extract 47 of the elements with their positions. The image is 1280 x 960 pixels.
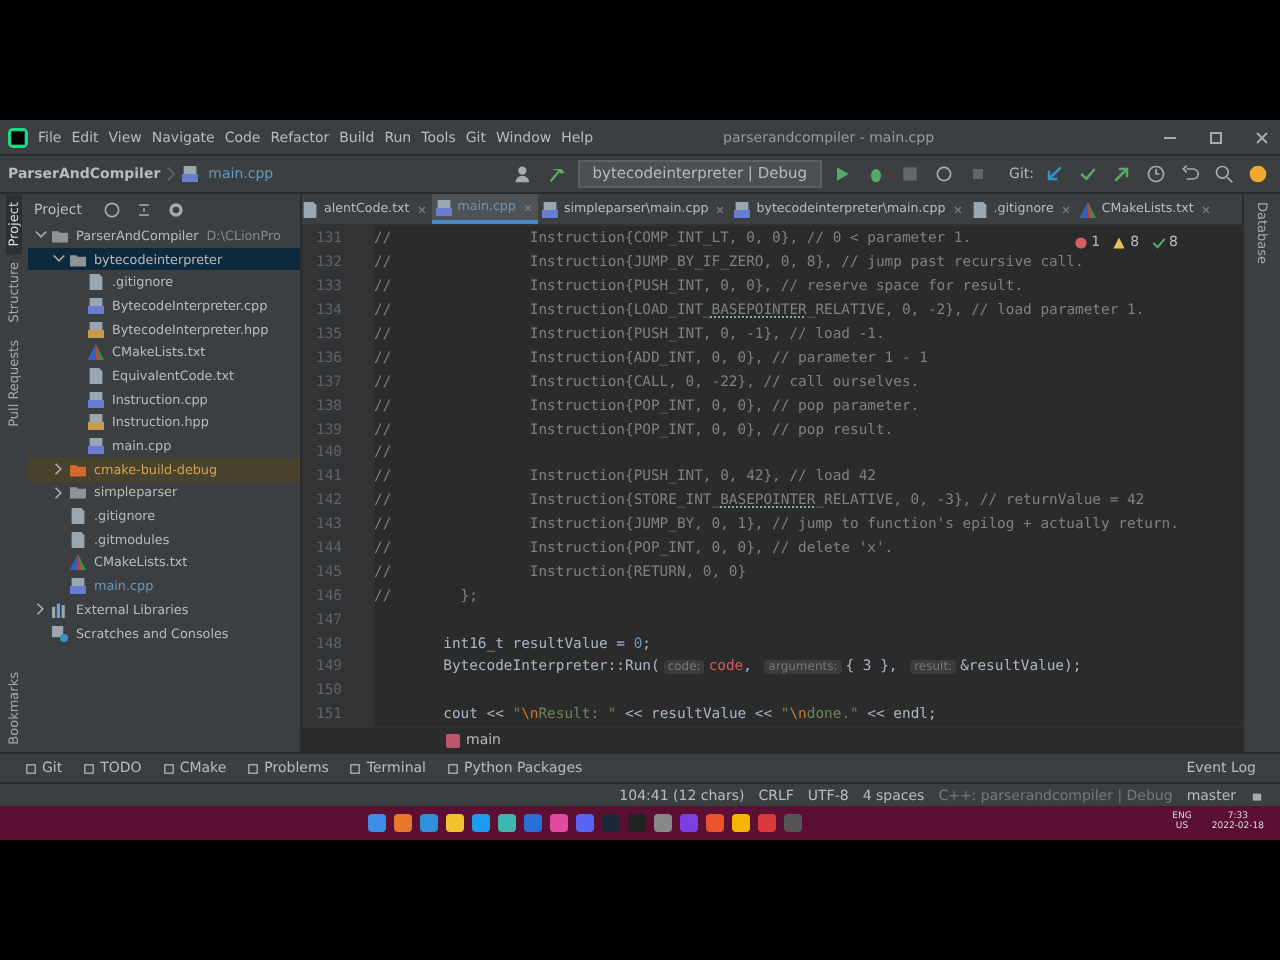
play-icon[interactable] xyxy=(831,164,852,184)
clock-icon[interactable] xyxy=(1146,164,1166,184)
close-icon[interactable] xyxy=(1252,127,1272,147)
file-icon xyxy=(88,297,104,314)
file-icon xyxy=(88,391,104,408)
scratch-file-icon xyxy=(52,625,68,642)
search-icon[interactable] xyxy=(1214,164,1234,184)
close-icon[interactable] xyxy=(714,203,727,215)
close-icon[interactable] xyxy=(1059,203,1072,215)
maximize-icon[interactable] xyxy=(1206,127,1226,147)
app-logo-icon xyxy=(8,127,28,147)
file-icon xyxy=(302,201,318,217)
hammer-icon[interactable] xyxy=(548,164,569,184)
file-icon xyxy=(88,321,104,338)
file-icon xyxy=(435,199,452,215)
file-icon xyxy=(88,414,104,431)
triangle-logo-icon xyxy=(1079,201,1096,217)
undo-icon[interactable] xyxy=(1180,164,1200,184)
check-icon[interactable] xyxy=(1078,164,1098,184)
close-icon[interactable] xyxy=(951,203,964,215)
close-icon[interactable] xyxy=(1199,203,1212,215)
file-icon xyxy=(541,201,558,217)
error-icon[interactable] xyxy=(1073,235,1088,249)
chevron-right-icon[interactable] xyxy=(34,602,48,617)
warning-icon[interactable] xyxy=(1112,235,1127,249)
check-icon[interactable] xyxy=(1151,235,1166,249)
file-icon xyxy=(734,201,751,217)
chevron-right-icon xyxy=(166,166,177,182)
file-icon xyxy=(88,274,104,291)
bar-chart-icon xyxy=(52,601,68,618)
arrow-down-left-icon[interactable] xyxy=(1044,164,1064,184)
arrow-up-right-icon[interactable] xyxy=(1112,164,1132,184)
collapse-icon[interactable] xyxy=(133,199,154,219)
triangle-logo-icon xyxy=(70,554,86,571)
triangle-logo-icon xyxy=(88,344,104,361)
chevron-down-icon[interactable] xyxy=(52,252,66,267)
bug-icon[interactable] xyxy=(865,164,886,184)
close-icon[interactable] xyxy=(415,203,428,215)
user-icon[interactable] xyxy=(514,164,535,184)
file-icon xyxy=(971,201,988,217)
file-icon xyxy=(70,578,86,595)
chevron-right-icon[interactable] xyxy=(52,462,66,477)
file-icon xyxy=(182,166,199,182)
chevron-right-icon[interactable] xyxy=(52,485,66,500)
file-icon xyxy=(88,438,104,455)
chevron-down-icon[interactable] xyxy=(34,228,48,243)
file-icon xyxy=(88,367,104,384)
